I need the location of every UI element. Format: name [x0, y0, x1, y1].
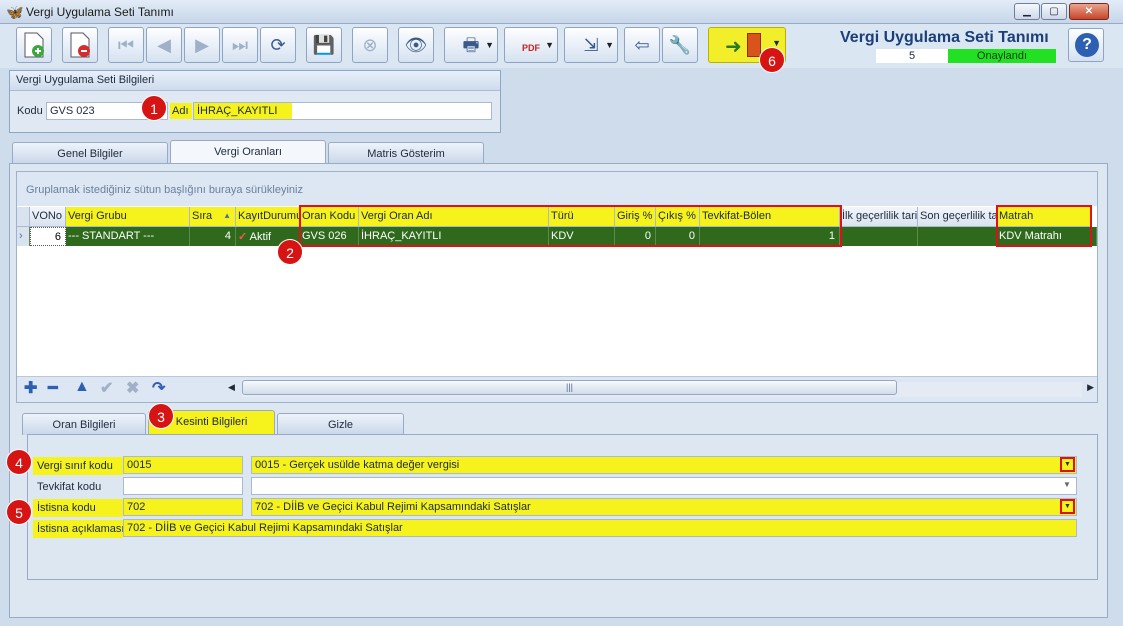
tab-gizle[interactable]: Gizle: [277, 413, 404, 435]
add-icon[interactable]: ✚: [24, 378, 37, 398]
col-header-ilk-gecerlilik[interactable]: İlk geçerlilik tarihi: [840, 207, 918, 227]
window-title: Vergi Uygulama Seti Tanımı: [26, 5, 174, 19]
istisna-dropdown-icon[interactable]: ▼: [1060, 499, 1075, 514]
cancel-icon[interactable]: ✖: [126, 378, 139, 398]
col-header-son-gecerlilik[interactable]: Son geçerlilik tarihi: [918, 207, 997, 227]
preview-icon[interactable]: 👁: [398, 27, 434, 63]
vergi-sinif-kodu-input[interactable]: 0015: [123, 456, 243, 474]
exit-arrow-icon: ➜: [725, 36, 742, 58]
adi-label: Adı: [170, 103, 192, 119]
istisna-aciklamasi-input[interactable]: 702 - DİİB ve Geçici Kabul Rejimi Kapsam…: [123, 519, 1077, 537]
istisna-desc[interactable]: 702 - DİİB ve Geçici Kabul Rejimi Kapsam…: [251, 498, 1077, 516]
highlight-box-matrah: [996, 205, 1092, 247]
annotation-4: 4: [6, 449, 32, 475]
annotation-1: 1: [141, 95, 167, 121]
cell-son-gecerlilik[interactable]: [918, 227, 997, 246]
previous-record-icon[interactable]: ◀: [146, 27, 182, 63]
title-bar: 🦋 Vergi Uygulama Seti Tanımı ▁ ▢ ✕: [0, 0, 1123, 24]
sort-ascending-icon: ▲: [223, 211, 231, 220]
col-header-vergi-grubu[interactable]: Vergi Grubu: [66, 207, 190, 227]
adi-input[interactable]: İHRAÇ_KAYITLI: [193, 102, 492, 120]
kod-label: Kodu: [17, 105, 43, 117]
tab-genel-bilgiler[interactable]: Genel Bilgiler: [12, 142, 168, 164]
info-group-title: Vergi Uygulama Seti Bilgileri: [10, 71, 500, 91]
cell-vergi-grubu[interactable]: --- STANDART ---: [66, 227, 190, 246]
col-header-vono[interactable]: VONo: [30, 207, 66, 227]
delete-document-icon[interactable]: [62, 27, 98, 63]
annotation-2: 2: [277, 239, 303, 265]
cell-kayit-durumu-text: Aktif: [249, 231, 272, 243]
export-icon[interactable]: ⇲ ▼: [564, 27, 618, 63]
tevkifat-kodu-label: Tevkifat kodu: [37, 481, 102, 493]
scroll-left-icon[interactable]: ◀: [228, 382, 235, 393]
highlight-box-rates: [299, 205, 842, 247]
help-icon: ?: [1075, 33, 1099, 57]
cell-vono[interactable]: 6: [30, 227, 66, 246]
istisna-aciklamasi-label: İstisna açıklaması: [33, 520, 124, 538]
tevkifat-desc[interactable]: [251, 477, 1077, 495]
butterfly-icon: 🦋: [6, 4, 24, 20]
tools-icon[interactable]: 🔧: [662, 27, 698, 63]
move-up-icon[interactable]: ▲: [74, 378, 90, 396]
col-header-kayit-durumu[interactable]: KayıtDurumu: [236, 207, 300, 227]
cell-sira[interactable]: 4: [190, 227, 236, 246]
annotation-6: 6: [759, 47, 785, 73]
scroll-thumb[interactable]: |||: [242, 380, 897, 395]
record-number: 5: [876, 49, 948, 63]
annotation-3: 3: [148, 403, 174, 429]
next-record-icon[interactable]: ▶: [184, 27, 220, 63]
row-indicator-icon: ›: [17, 227, 30, 246]
first-record-icon[interactable]: ⏮: [108, 27, 144, 63]
cell-ilk-gecerlilik[interactable]: [840, 227, 918, 246]
refresh-icon[interactable]: ⟳: [260, 27, 296, 63]
remove-icon[interactable]: ━: [48, 378, 58, 398]
tab-vergi-oranlari[interactable]: Vergi Oranları: [170, 140, 326, 164]
row-indicator-header: [17, 207, 30, 227]
tab-matris-gosterim[interactable]: Matris Gösterim: [328, 142, 484, 164]
maximize-button[interactable]: ▢: [1041, 3, 1067, 20]
annotation-5: 5: [6, 499, 32, 525]
group-by-panel[interactable]: Gruplamak istediğiniz sütun başlığını bu…: [17, 172, 1097, 206]
print-icon[interactable]: 🖶 ▼: [444, 27, 498, 63]
page-title: Vergi Uygulama Seti Tanımı: [840, 29, 1049, 46]
istisna-kodu-input[interactable]: 702: [123, 498, 243, 516]
check-icon: ✓: [238, 231, 248, 243]
import-icon[interactable]: ⇦: [624, 27, 660, 63]
status-badge: Onaylandı: [948, 49, 1056, 63]
vergi-sinif-dropdown-icon[interactable]: ▼: [1060, 457, 1075, 472]
new-document-icon[interactable]: [16, 27, 52, 63]
vergi-sinif-desc[interactable]: 0015 - Gerçek usülde katma değer vergisi: [251, 456, 1077, 474]
save-icon[interactable]: 💾: [306, 27, 342, 63]
tevkifat-kodu-input[interactable]: [123, 477, 243, 495]
vergi-sinif-kodu-label: Vergi sınıf kodu: [33, 457, 123, 475]
istisna-kodu-label: İstisna kodu: [33, 499, 123, 517]
redo-icon[interactable]: ↷: [152, 378, 165, 398]
exit-door-icon: [747, 33, 761, 57]
scroll-right-icon[interactable]: ▶: [1087, 382, 1094, 393]
last-record-icon[interactable]: ⏭: [222, 27, 258, 63]
tab-oran-bilgileri[interactable]: Oran Bilgileri: [22, 413, 146, 435]
help-button[interactable]: ?: [1068, 28, 1104, 62]
close-button[interactable]: ✕: [1069, 3, 1109, 20]
horizontal-scrollbar[interactable]: ◀ ||| ▶: [226, 380, 1098, 399]
pdf-export-icon[interactable]: PDF ▼: [504, 27, 558, 63]
col-header-sira-label: Sıra: [192, 210, 213, 222]
col-header-sira[interactable]: Sıra ▲: [190, 207, 236, 227]
tevkifat-dropdown-icon[interactable]: ▼: [1063, 480, 1071, 489]
cancel-save-icon[interactable]: ⊗: [352, 27, 388, 63]
minimize-button[interactable]: ▁: [1014, 3, 1040, 20]
confirm-icon[interactable]: ✔: [100, 378, 113, 398]
